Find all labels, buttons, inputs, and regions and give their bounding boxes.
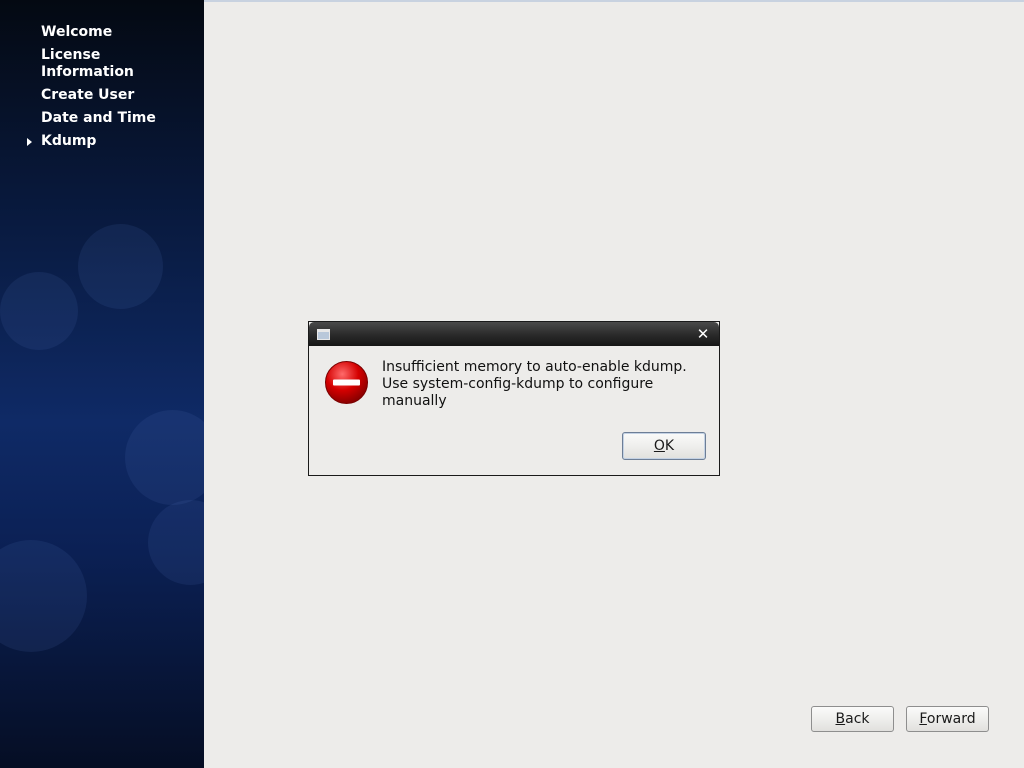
sidebar-item-create-user: Create User [0, 87, 191, 104]
sidebar-item-date-and-time: Date and Time [0, 110, 191, 127]
dialog-message-line: Use system-config-kdump to configure man… [382, 376, 654, 409]
sidebar-item-kdump: Kdump [0, 133, 191, 150]
back-mnemonic: B [835, 711, 846, 727]
ok-mnemonic: O [653, 438, 665, 454]
sidebar-decor-circle [78, 224, 163, 309]
sidebar-item-license-information: License Information [0, 47, 191, 81]
current-step-arrow-icon [27, 138, 32, 146]
sidebar-item-label: Kdump [41, 133, 97, 149]
sidebar-item-label: Create User [41, 87, 135, 103]
sidebar: Welcome License Information Create User … [0, 0, 204, 768]
back-label-rest: ack [845, 711, 870, 727]
forward-button[interactable]: Forward [906, 706, 989, 732]
sidebar-decor-circle [148, 500, 204, 585]
close-icon[interactable]: ✕ [695, 325, 711, 343]
ok-button[interactable]: OK [622, 432, 706, 460]
window-icon [317, 329, 330, 340]
sidebar-decor-circle [0, 540, 87, 652]
dialog-titlebar[interactable]: ✕ [309, 322, 719, 346]
sidebar-nav: Welcome License Information Create User … [0, 24, 204, 156]
firstboot-window: Welcome License Information Create User … [0, 0, 1024, 768]
error-icon [325, 361, 368, 404]
error-dialog: ✕ Insufficient memory to auto-enable kdu… [308, 321, 720, 476]
sidebar-decor-circle [0, 272, 78, 350]
sidebar-item-label: Date and Time [41, 110, 156, 126]
sidebar-item-label: License Information [41, 47, 134, 80]
ok-label-rest: K [664, 438, 675, 454]
dialog-message: Insufficient memory to auto-enable kdump… [382, 359, 717, 410]
back-button[interactable]: Back [811, 706, 894, 732]
forward-mnemonic: F [919, 711, 927, 727]
sidebar-item-welcome: Welcome [0, 24, 191, 41]
sidebar-decor-circle [125, 410, 204, 505]
sidebar-item-label: Welcome [41, 24, 113, 40]
dialog-message-line: Insufficient memory to auto-enable kdump… [382, 359, 687, 375]
forward-label-rest: orward [926, 711, 976, 727]
